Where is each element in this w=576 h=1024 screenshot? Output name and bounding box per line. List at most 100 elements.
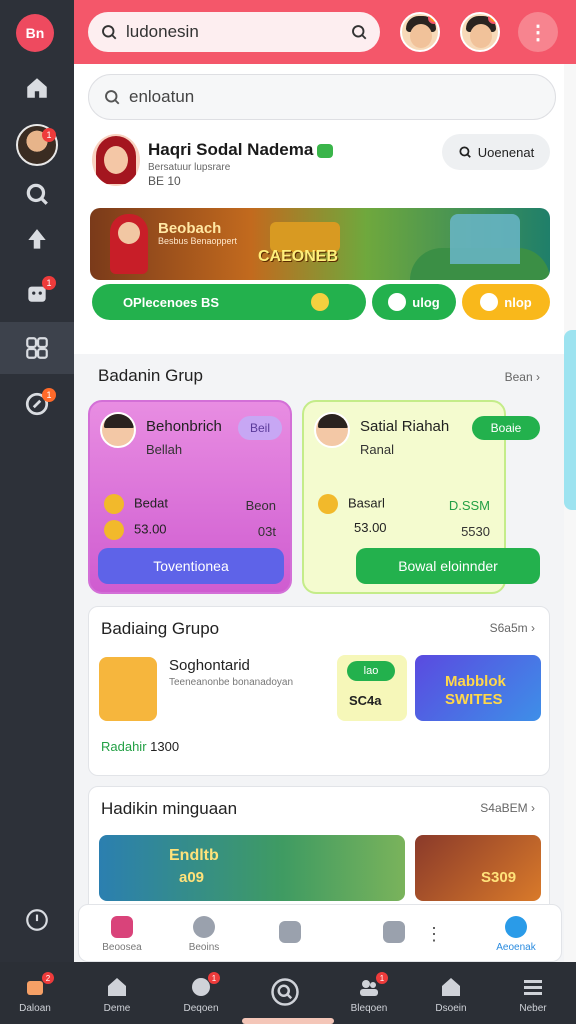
group-card-tag: Beil bbox=[238, 416, 282, 440]
rail-search[interactable] bbox=[0, 170, 74, 218]
user-icon bbox=[193, 915, 215, 938]
bottom-nav-item[interactable]: Dsoein bbox=[416, 968, 486, 1020]
group-card-row2: 53.00 bbox=[104, 520, 167, 540]
pill-secondary[interactable]: ulog bbox=[372, 284, 456, 320]
banner-cta: CAEONEB bbox=[258, 248, 339, 265]
rail-clock[interactable] bbox=[0, 896, 74, 944]
inner-nav-item[interactable] bbox=[255, 911, 325, 957]
profile-avatar[interactable] bbox=[92, 134, 140, 186]
search-icon bbox=[26, 183, 48, 205]
coin-icon bbox=[104, 520, 124, 540]
profile-subtitle: Bersatuur lupsrare bbox=[148, 162, 231, 173]
group-section-link[interactable]: Bean › bbox=[505, 370, 540, 384]
user-avatar[interactable] bbox=[460, 12, 500, 52]
bottom-nav-item[interactable]: Neber bbox=[498, 968, 568, 1020]
group-card-2[interactable]: Satial Riahah Ranal Boaie Basarl D.SSM 5… bbox=[302, 400, 540, 594]
profile-name-row: Haqri Sodal Nadema bbox=[148, 140, 334, 160]
list-item-title: Soghontarid bbox=[169, 657, 250, 674]
item-card[interactable]: lao SC4a bbox=[337, 655, 407, 721]
list-card-2: Hadikin minguaan S4aBEM › Endltb a09 S30… bbox=[88, 786, 550, 914]
chat-icon bbox=[279, 921, 301, 943]
more-vertical-icon: ⋮ bbox=[425, 923, 443, 944]
profile-name: Haqri Sodal Nadema bbox=[148, 140, 314, 159]
rail-grid[interactable] bbox=[0, 322, 74, 374]
group-card-sub: Ranal bbox=[360, 442, 394, 457]
group-card-row2-value: 03t bbox=[257, 524, 276, 539]
promo-tile[interactable]: Mabblok SWITES bbox=[415, 655, 541, 721]
pill-tertiary[interactable]: nlop bbox=[462, 284, 550, 320]
profile-action-button[interactable]: Uoenenat bbox=[442, 134, 550, 170]
more-vertical-icon: ⋮ bbox=[528, 21, 548, 44]
profile-action-label: Uoenenat bbox=[477, 144, 535, 160]
chat-icon bbox=[480, 293, 499, 311]
notification-badge: 1 bbox=[208, 972, 220, 984]
banner-title: Beobach bbox=[158, 220, 222, 237]
pill-secondary-label: ulog bbox=[412, 294, 440, 310]
top-search-input[interactable]: ludonesin bbox=[88, 12, 380, 52]
list-card-link[interactable]: S6a5m › bbox=[490, 621, 535, 635]
inner-nav-item[interactable]: Beoins bbox=[169, 911, 239, 957]
profile-meta: BE 10 bbox=[148, 174, 181, 188]
content-search-text: enloatun bbox=[129, 87, 195, 106]
online-dot bbox=[488, 14, 498, 24]
group-card-row1: Basarl bbox=[318, 494, 385, 514]
bottom-nav-item[interactable]: Bleqoen 1 bbox=[334, 968, 404, 1020]
avatar bbox=[314, 412, 350, 448]
item-value: SC4a bbox=[349, 693, 382, 708]
game-thumbnail[interactable] bbox=[99, 657, 157, 721]
inner-nav-more[interactable]: ⋮ bbox=[419, 911, 449, 957]
list-footer: Radahir 1300 bbox=[101, 739, 180, 754]
home-icon bbox=[442, 977, 460, 996]
group-card-title: Satial Riahah bbox=[360, 418, 450, 435]
banner-subtitle: Besbus Benaoppert bbox=[158, 236, 238, 246]
group-card-sub: Bellah bbox=[146, 442, 183, 457]
promo-banner[interactable]: Beobach Besbus Benaoppert CAEONEB bbox=[90, 208, 550, 280]
rail-compass[interactable]: 1 bbox=[0, 380, 74, 428]
message-icon bbox=[383, 921, 405, 943]
coin-icon bbox=[318, 494, 338, 514]
group-card-button[interactable]: Bowal eloinnder bbox=[356, 548, 540, 584]
game-banner-tile[interactable]: Endltb a09 bbox=[99, 835, 405, 901]
list-card-link[interactable]: S4aBEM › bbox=[480, 801, 535, 815]
bottom-nav-item[interactable]: Deqoen 1 bbox=[166, 968, 236, 1020]
rail-bag[interactable]: 1 bbox=[0, 268, 74, 316]
bottom-nav: Daloan 2 Deme Deqoen 1 Bleqoen 1 Dsoein … bbox=[0, 962, 576, 1024]
inner-nav-item[interactable]: Beoosea bbox=[87, 911, 157, 957]
top-header: ludonesin ⋮ bbox=[74, 0, 576, 64]
avatar bbox=[100, 412, 136, 448]
list-card-title: Hadikin minguaan bbox=[101, 799, 238, 818]
bottom-nav-item[interactable]: Deme bbox=[82, 968, 152, 1020]
search-icon bbox=[271, 978, 299, 1006]
group-card-row2: 53.00 bbox=[354, 520, 387, 535]
rail-profile[interactable]: 1 bbox=[0, 120, 74, 170]
notification-badge: 1 bbox=[376, 972, 388, 984]
rocket-icon bbox=[28, 229, 46, 249]
group-card-row1-value: D.SSM bbox=[448, 498, 490, 513]
bottom-nav-search[interactable] bbox=[250, 968, 320, 1020]
game-banner-tile[interactable]: S309 bbox=[415, 835, 541, 901]
bottom-nav-item[interactable]: Daloan 2 bbox=[0, 968, 70, 1020]
character-illustration bbox=[110, 214, 148, 274]
more-menu-button[interactable]: ⋮ bbox=[518, 12, 558, 52]
app-logo[interactable]: Bn bbox=[16, 14, 54, 52]
search-icon bbox=[459, 146, 471, 158]
list-card-1: Badiaing Grupo S6a5m › Soghontarid Teene… bbox=[88, 606, 550, 776]
group-card-1[interactable]: Behonbrich Bellah Beil Bedat Beon 53.00 … bbox=[88, 400, 292, 594]
group-card-button[interactable]: Toventionea bbox=[98, 548, 284, 584]
search-icon bbox=[105, 90, 120, 105]
list-card-title: Badiaing Grupo bbox=[101, 619, 220, 638]
pill-primary[interactable]: OPlecenoes BS bbox=[92, 284, 366, 320]
home-icon bbox=[111, 915, 133, 938]
notification-badge: 1 bbox=[42, 388, 56, 402]
rail-home[interactable] bbox=[0, 64, 74, 112]
search-icon[interactable] bbox=[350, 23, 368, 41]
home-indicator[interactable] bbox=[242, 1018, 334, 1024]
friend-avatar[interactable] bbox=[400, 12, 440, 52]
group-card-title: Behonbrich bbox=[146, 418, 222, 435]
notification-badge: 2 bbox=[42, 972, 54, 984]
rail-rocket[interactable] bbox=[0, 216, 74, 264]
inner-nav-item[interactable]: Aeoenak bbox=[481, 911, 551, 957]
right-edge-panel bbox=[564, 64, 576, 962]
online-dot bbox=[428, 14, 438, 24]
content-search-input[interactable]: enloatun bbox=[88, 74, 556, 120]
